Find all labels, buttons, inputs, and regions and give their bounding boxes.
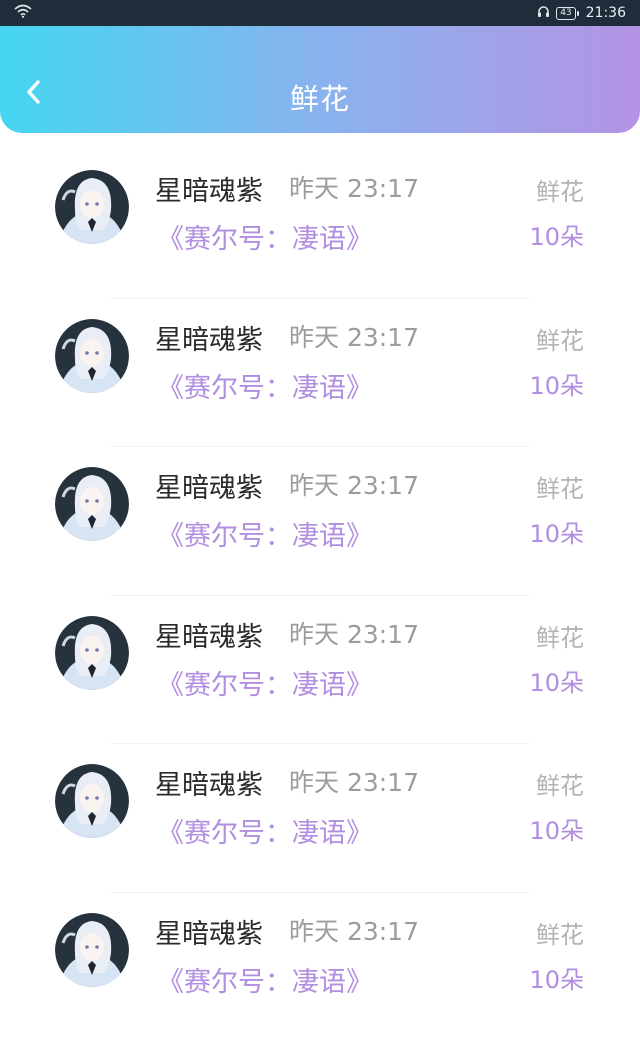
list-item[interactable]: 星暗魂紫 昨天 23:17 《赛尔号：凄语》 鲜花 10朵 xyxy=(0,893,640,1041)
gift-count: 10朵 xyxy=(529,663,584,698)
avatar[interactable] xyxy=(55,170,129,244)
timestamp: 昨天 23:17 xyxy=(289,169,419,205)
gift-count: 10朵 xyxy=(529,960,584,995)
battery-icon: 43 xyxy=(556,7,575,20)
gift-type: 鲜花 xyxy=(536,618,584,653)
gift-record-list: 星暗魂紫 昨天 23:17 《赛尔号：凄语》 鲜花 10朵 星暗魂紫 昨天 23… xyxy=(0,150,640,1041)
avatar[interactable] xyxy=(55,913,129,987)
gift-count: 10朵 xyxy=(529,811,584,846)
gift-count: 10朵 xyxy=(529,217,584,252)
gift-type: 鲜花 xyxy=(536,915,584,950)
sender-name: 星暗魂紫 xyxy=(155,466,263,505)
wifi-icon xyxy=(14,4,32,22)
book-title-link[interactable]: 《赛尔号：凄语》 xyxy=(157,960,373,999)
list-item[interactable]: 星暗魂紫 昨天 23:17 《赛尔号：凄语》 鲜花 10朵 xyxy=(0,150,640,299)
status-bar: 43 21:36 xyxy=(0,0,640,26)
avatar[interactable] xyxy=(55,467,129,541)
book-title-link[interactable]: 《赛尔号：凄语》 xyxy=(157,811,373,850)
timestamp: 昨天 23:17 xyxy=(289,912,419,948)
gift-type: 鲜花 xyxy=(536,321,584,356)
battery-level: 43 xyxy=(560,8,571,19)
avatar[interactable] xyxy=(55,764,129,838)
list-item[interactable]: 星暗魂紫 昨天 23:17 《赛尔号：凄语》 鲜花 10朵 xyxy=(0,596,640,745)
gift-type: 鲜花 xyxy=(536,469,584,504)
sender-name: 星暗魂紫 xyxy=(155,318,263,357)
avatar[interactable] xyxy=(55,616,129,690)
list-item[interactable]: 星暗魂紫 昨天 23:17 《赛尔号：凄语》 鲜花 10朵 xyxy=(0,299,640,448)
timestamp: 昨天 23:17 xyxy=(289,318,419,354)
sender-name: 星暗魂紫 xyxy=(155,763,263,802)
list-item[interactable]: 星暗魂紫 昨天 23:17 《赛尔号：凄语》 鲜花 10朵 xyxy=(0,447,640,596)
book-title-link[interactable]: 《赛尔号：凄语》 xyxy=(157,514,373,553)
clock: 21:36 xyxy=(586,5,626,21)
header-bar: 鲜花 xyxy=(0,26,640,133)
timestamp: 昨天 23:17 xyxy=(289,466,419,502)
headphones-icon xyxy=(537,5,550,22)
sender-name: 星暗魂紫 xyxy=(155,615,263,654)
gift-type: 鲜花 xyxy=(536,766,584,801)
sender-name: 星暗魂紫 xyxy=(155,912,263,951)
book-title-link[interactable]: 《赛尔号：凄语》 xyxy=(157,366,373,405)
sender-name: 星暗魂紫 xyxy=(155,169,263,208)
gift-count: 10朵 xyxy=(529,366,584,401)
avatar[interactable] xyxy=(55,319,129,393)
book-title-link[interactable]: 《赛尔号：凄语》 xyxy=(157,217,373,256)
gift-type: 鲜花 xyxy=(536,172,584,207)
gift-count: 10朵 xyxy=(529,514,584,549)
page-title: 鲜花 xyxy=(0,76,640,118)
timestamp: 昨天 23:17 xyxy=(289,615,419,651)
timestamp: 昨天 23:17 xyxy=(289,763,419,799)
book-title-link[interactable]: 《赛尔号：凄语》 xyxy=(157,663,373,702)
list-item[interactable]: 星暗魂紫 昨天 23:17 《赛尔号：凄语》 鲜花 10朵 xyxy=(0,744,640,893)
